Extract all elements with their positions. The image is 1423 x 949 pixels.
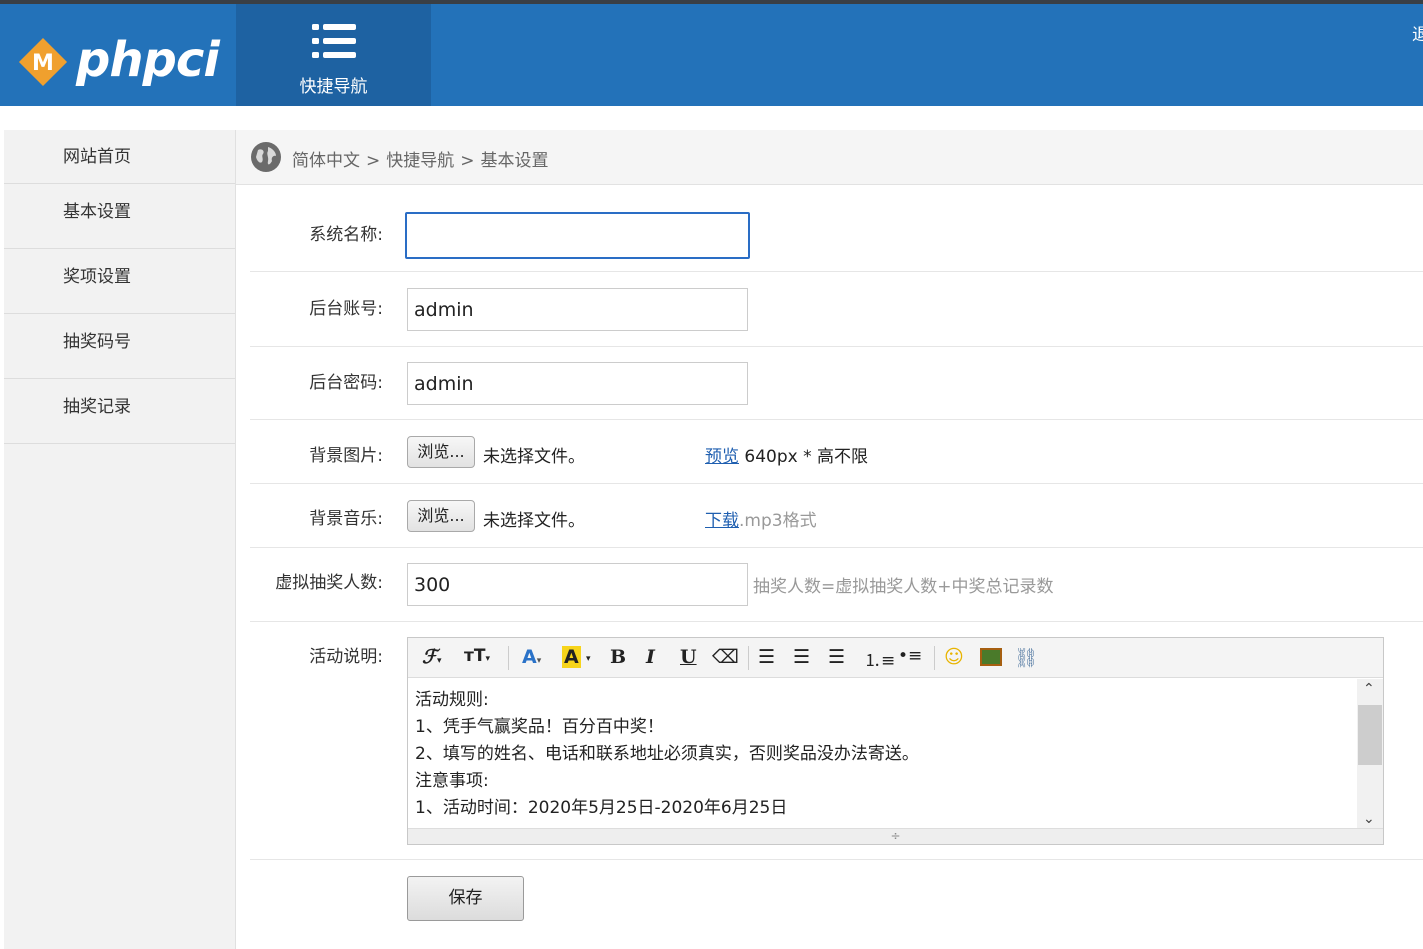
quick-nav-button[interactable]: 快捷导航 xyxy=(236,4,431,106)
breadcrumb-item-language[interactable]: 简体中文 xyxy=(292,151,360,171)
bg-image-browse-button[interactable]: 浏览... xyxy=(407,436,475,468)
form-row-bg-music: 背景音乐: 浏览... 未选择文件。 下载.mp3格式 xyxy=(250,484,1423,548)
highlight-icon[interactable]: A xyxy=(562,646,581,668)
sidebar-item-lottery-records[interactable]: 抽奖记录 xyxy=(4,379,235,444)
sidebar-item-prize-settings[interactable]: 奖项设置 xyxy=(4,249,235,314)
breadcrumb-item-current: 基本设置 xyxy=(480,151,549,171)
form-row-admin-account: 后台账号: xyxy=(250,272,1423,347)
align-right-icon[interactable]: ☰ xyxy=(828,646,845,668)
logo-text: phpci xyxy=(76,32,220,88)
content-line: 注意事项: xyxy=(415,771,489,791)
bold-icon[interactable]: B xyxy=(610,646,626,668)
virtual-count-input[interactable] xyxy=(407,563,748,606)
admin-account-input[interactable] xyxy=(407,288,748,331)
sidebar-item-home[interactable]: 网站首页 xyxy=(4,130,235,184)
system-name-label: 系统名称: xyxy=(309,225,383,245)
sidebar-item-basic-settings[interactable]: 基本设置 xyxy=(4,184,235,249)
align-left-icon[interactable]: ☰ xyxy=(758,646,775,668)
image-icon[interactable] xyxy=(980,648,1002,666)
content-line: 1、活动时间：2020年5月25日-2020年6月25日 xyxy=(415,798,788,818)
bg-music-file-status: 未选择文件。 xyxy=(483,511,585,531)
emoji-icon[interactable]: ☺ xyxy=(944,646,964,668)
list-icon xyxy=(312,24,356,58)
content-line: 2、填写的姓名、电话和联系地址必须真实，否则奖品没办法寄送。 xyxy=(415,744,919,764)
logo[interactable]: M phpci xyxy=(18,32,220,90)
editor-scrollbar[interactable]: ⌃ ⌄ xyxy=(1357,679,1383,829)
editor-resize-handle[interactable]: ÷ xyxy=(408,828,1383,844)
font-color-icon[interactable]: A▾ xyxy=(522,646,541,668)
save-button[interactable]: 保存 xyxy=(407,876,524,921)
rich-text-editor: ℱ▾ ᴛT▾ A▾ A ▾ B I U ⌫ ☰ ☰ ☰ ⒈≡ •≡ ☺ ⛓ 活动规… xyxy=(407,637,1384,845)
bg-music-browse-button[interactable]: 浏览... xyxy=(407,500,475,532)
bg-image-label: 背景图片: xyxy=(309,446,383,466)
form-row-bg-image: 背景图片: 浏览... 未选择文件。 预览 640px * 高不限 xyxy=(250,420,1423,484)
unordered-list-icon[interactable]: •≡ xyxy=(898,646,922,666)
bg-image-size-hint: 640px * 高不限 xyxy=(744,447,869,467)
form-row-virtual-count: 虚拟抽奖人数: 抽奖人数=虚拟抽奖人数+中奖总记录数 xyxy=(250,548,1423,622)
link-icon[interactable]: ⛓ xyxy=(1014,646,1038,669)
scroll-thumb[interactable] xyxy=(1358,705,1382,765)
form-row-admin-password: 后台密码: xyxy=(250,347,1423,420)
bg-image-preview-link[interactable]: 预览 xyxy=(705,447,739,467)
svg-text:M: M xyxy=(32,51,54,76)
content-line: 活动规则: xyxy=(415,690,489,710)
sidebar-item-lottery-codes[interactable]: 抽奖码号 xyxy=(4,314,235,379)
admin-password-label: 后台密码: xyxy=(309,373,383,393)
sidebar: 网站首页 基本设置 奖项设置 抽奖码号 抽奖记录 xyxy=(4,130,236,949)
scroll-down-icon[interactable]: ⌄ xyxy=(1363,811,1375,827)
bg-music-format-hint: .mp3格式 xyxy=(739,511,817,531)
admin-password-input[interactable] xyxy=(407,362,748,405)
admin-account-label: 后台账号: xyxy=(309,299,383,319)
underline-icon[interactable]: U xyxy=(680,646,697,668)
font-family-icon[interactable]: ℱ▾ xyxy=(422,646,441,668)
align-center-icon[interactable]: ☰ xyxy=(793,646,810,668)
breadcrumb-item-quick-nav[interactable]: 快捷导航 xyxy=(386,151,454,171)
font-size-icon[interactable]: ᴛT▾ xyxy=(464,646,490,666)
editor-content[interactable]: 活动规则: 1、凭手气赢奖品！百分百中奖！ 2、填写的姓名、电话和联系地址必须真… xyxy=(408,679,1356,829)
form-row-system-name: 系统名称: xyxy=(250,186,1423,272)
ordered-list-icon[interactable]: ⒈≡ xyxy=(864,646,895,671)
globe-icon xyxy=(251,142,281,172)
eraser-icon[interactable]: ⌫ xyxy=(712,646,739,668)
bg-image-file-status: 未选择文件。 xyxy=(483,447,585,467)
virtual-count-hint: 抽奖人数=虚拟抽奖人数+中奖总记录数 xyxy=(753,577,1054,597)
italic-icon[interactable]: I xyxy=(646,646,655,668)
content-line: 1、凭手气赢奖品！百分百中奖！ xyxy=(415,717,664,737)
bg-music-download-link[interactable]: 下载 xyxy=(705,511,739,531)
breadcrumb: 简体中文 > 快捷导航 > 基本设置 xyxy=(236,130,1423,185)
form-row-description: 活动说明: ℱ▾ ᴛT▾ A▾ A ▾ B I U ⌫ ☰ ☰ ☰ ⒈≡ •≡ ☺… xyxy=(250,622,1423,860)
bg-music-label: 背景音乐: xyxy=(309,509,383,529)
system-name-input[interactable] xyxy=(405,212,750,259)
logo-diamond-icon: M xyxy=(18,37,68,87)
description-label: 活动说明: xyxy=(309,647,383,667)
editor-toolbar: ℱ▾ ᴛT▾ A▾ A ▾ B I U ⌫ ☰ ☰ ☰ ⒈≡ •≡ ☺ ⛓ xyxy=(408,638,1383,678)
quick-nav-label: 快捷导航 xyxy=(299,77,368,97)
logout-link[interactable]: 退 xyxy=(1412,20,1423,45)
scroll-up-icon[interactable]: ⌃ xyxy=(1363,681,1375,697)
top-header: M phpci 快捷导航 退 xyxy=(0,0,1423,106)
virtual-count-label: 虚拟抽奖人数: xyxy=(275,573,383,593)
